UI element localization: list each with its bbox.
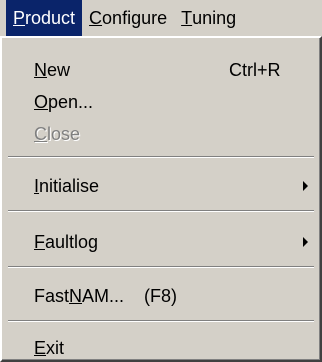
menu-tuning-accel: T [181, 7, 193, 28]
menu-item-initialise-text: nitialise [39, 175, 100, 196]
menu-item-fastnam-accel: N [69, 285, 83, 306]
menu-item-close-text: lose [47, 123, 81, 144]
menu-item-initialise[interactable]: Initialise [4, 172, 320, 200]
menu-configure[interactable]: Configure [82, 0, 174, 36]
menu-separator [8, 266, 314, 268]
menu-tuning-label: uning [192, 7, 237, 28]
menu-item-close-label: Close [34, 124, 80, 145]
menu-item-new[interactable]: New Ctrl+R [4, 56, 320, 84]
submenu-arrow-icon [303, 237, 308, 247]
menu-item-fastnam[interactable]: FastNAM... (F8) [4, 282, 320, 310]
menu-configure-label: onfigure [102, 7, 168, 28]
submenu-arrow-icon [303, 181, 308, 191]
menu-item-open-accel: O [34, 91, 49, 112]
menu-item-fastnam-text: AM... [82, 285, 125, 306]
menu-item-faultlog[interactable]: Faultlog [4, 228, 320, 256]
menu-item-exit-label: Exit [34, 338, 64, 359]
menu-item-fastnam-label: FastNAM... (F8) [34, 286, 177, 307]
menu-item-close: Close [4, 120, 320, 148]
menu-item-faultlog-label: Faultlog [34, 232, 98, 253]
menu-product-accel: P [13, 7, 26, 28]
menu-item-faultlog-accel: F [34, 231, 45, 252]
menu-bar: Product Configure Tuning [0, 0, 322, 36]
menu-item-exit-text: xit [46, 337, 65, 358]
menu-item-new-accel: N [34, 59, 47, 80]
menu-product-label: roduct [25, 7, 76, 28]
product-dropdown-menu: New Ctrl+R Open... Close Initialise Faul… [0, 36, 322, 362]
menu-item-exit[interactable]: Exit [4, 334, 320, 362]
menu-item-open-text: pen... [48, 91, 94, 112]
menu-item-exit-accel: E [34, 337, 47, 358]
menu-item-new-text: ew [47, 59, 71, 80]
menu-item-new-label: New [34, 60, 70, 81]
menu-item-initialise-label: Initialise [34, 176, 99, 197]
menu-tuning[interactable]: Tuning [174, 0, 243, 36]
menu-item-fastnam-shortcut: (F8) [144, 285, 178, 306]
menu-separator [8, 156, 314, 158]
menu-item-faultlog-text: aultlog [45, 231, 99, 252]
menu-item-open[interactable]: Open... [4, 88, 320, 116]
menu-item-open-label: Open... [34, 92, 93, 113]
menu-item-fastnam-pre: Fast [34, 285, 70, 306]
menu-product[interactable]: Product [6, 0, 83, 36]
menu-separator [8, 320, 314, 322]
menu-configure-accel: C [89, 7, 103, 28]
menu-item-new-shortcut: Ctrl+R [229, 59, 281, 80]
app-window: Product Configure Tuning New Ctrl+R Open… [0, 0, 322, 362]
menu-item-close-accel: C [34, 123, 47, 144]
menu-separator [8, 210, 314, 212]
